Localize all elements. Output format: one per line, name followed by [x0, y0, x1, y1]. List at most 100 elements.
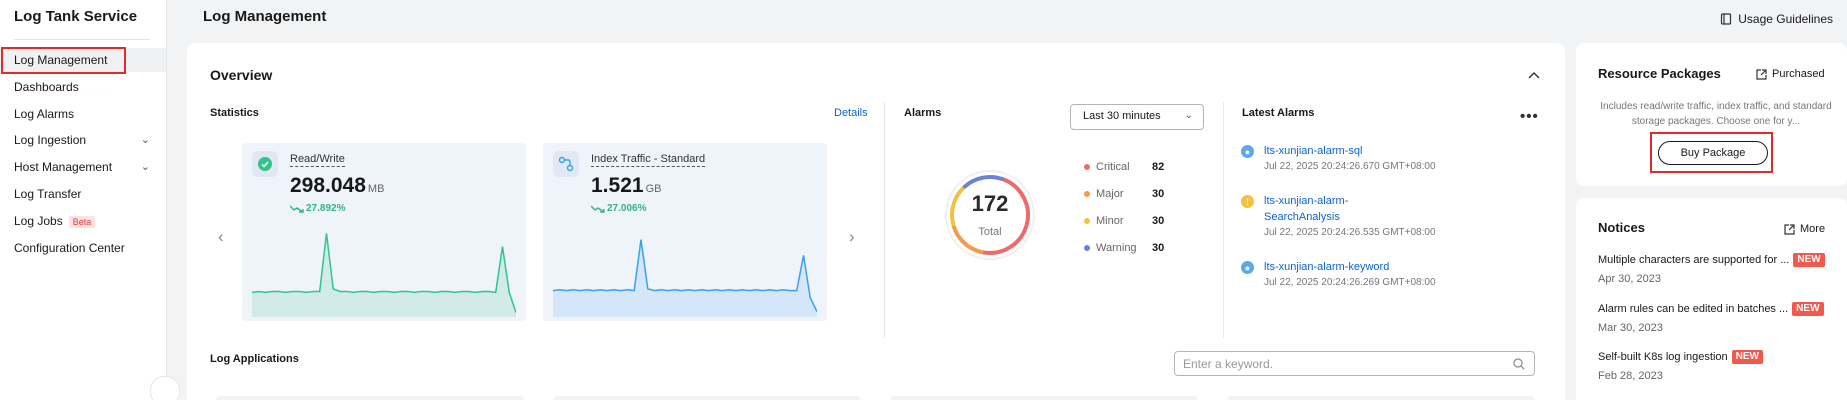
- stat-card-index-traffic[interactable]: Index Traffic - Standard 1.521 GB 27.006%: [543, 143, 827, 321]
- beta-badge: Beta: [68, 215, 96, 228]
- stat-unit: MB: [367, 183, 385, 195]
- sidebar-item-log-management[interactable]: Log Management: [0, 48, 166, 72]
- app-card[interactable]: [553, 396, 861, 400]
- alarm-time: Jul 22, 2025 20:24:26.535 GMT+08:00: [1264, 227, 1436, 238]
- sidebar-item-configuration-center[interactable]: Configuration Center: [0, 236, 166, 260]
- sidebar-item-label: Host Management: [14, 160, 113, 174]
- latest-alarm-item: ● lts-xunjian-alarm-keyword Jul 22, 2025…: [1241, 259, 1491, 290]
- service-title: Log Tank Service: [14, 8, 138, 25]
- notice-date: Feb 28, 2023: [1598, 370, 1663, 382]
- latest-alarm-item: ● lts-xunjian-alarm-sql Jul 22, 2025 20:…: [1241, 143, 1491, 174]
- app-card[interactable]: [1227, 396, 1535, 400]
- sparkline-area: [252, 233, 516, 317]
- stat-name: Read/Write: [290, 153, 345, 167]
- sidebar-item-log-alarms[interactable]: Log Alarms: [0, 102, 166, 126]
- carousel-next-icon[interactable]: ›: [849, 227, 855, 247]
- sidebar-item-log-transfer[interactable]: Log Transfer: [0, 182, 166, 206]
- legend-critical: Critical 82: [1084, 161, 1164, 173]
- purchased-link[interactable]: Purchased: [1756, 68, 1825, 80]
- alarm-total-label: Total: [978, 226, 1002, 238]
- usage-guidelines-label: Usage Guidelines: [1738, 12, 1833, 26]
- notice-item[interactable]: Alarm rules can be edited in batches ...…: [1598, 301, 1828, 334]
- time-range-select[interactable]: Last 30 minutes ⌄: [1070, 104, 1204, 130]
- sidebar-item-log-jobs[interactable]: Log Jobs Beta: [0, 209, 166, 233]
- chevron-down-icon: ⌄: [1184, 110, 1193, 121]
- trend-down-icon: [290, 205, 304, 213]
- stat-value: 298.048 MB: [290, 174, 385, 197]
- external-link-icon: [1756, 68, 1767, 80]
- stat-icon: [252, 151, 278, 177]
- log-applications-label: Log Applications: [210, 353, 299, 365]
- leaf-icon: [258, 157, 272, 171]
- sidebar-item-label: Configuration Center: [14, 241, 125, 255]
- app-card[interactable]: [890, 396, 1198, 400]
- sidebar-item-label: Log Management: [14, 53, 108, 67]
- time-range-value: Last 30 minutes: [1083, 110, 1161, 122]
- usage-guidelines-link[interactable]: Usage Guidelines: [1720, 12, 1833, 26]
- read-write-sparkline: [252, 233, 516, 317]
- app-card[interactable]: [216, 396, 524, 400]
- notice-title: Alarm rules can be edited in batches ...: [1598, 303, 1789, 315]
- major-count: 30: [1152, 188, 1165, 200]
- page-title: Log Management: [203, 8, 327, 25]
- more-icon[interactable]: •••: [1520, 108, 1539, 125]
- critical-count: 82: [1152, 161, 1165, 173]
- resource-packages-title: Resource Packages: [1598, 66, 1721, 81]
- minor-dot: [1084, 218, 1090, 224]
- alarm-name-link[interactable]: lts-xunjian-alarm-keyword: [1264, 259, 1491, 275]
- overview-title: Overview: [210, 67, 273, 83]
- statistics-label: Statistics: [210, 107, 259, 119]
- notice-title: Self-built K8s log ingestion: [1598, 351, 1728, 363]
- alarm-name-link[interactable]: lts-xunjian-alarm-sql: [1264, 143, 1491, 159]
- stat-name: Index Traffic - Standard: [591, 153, 706, 167]
- chevron-down-icon: ⌄: [140, 161, 150, 173]
- minor-count: 30: [1152, 215, 1165, 227]
- notice-title: Multiple characters are supported for ..…: [1598, 254, 1790, 266]
- sidebar: Log Tank Service Log Management Dashboar…: [0, 0, 167, 400]
- search-icon[interactable]: [1513, 358, 1525, 370]
- sidebar-item-host-management[interactable]: Host Management ⌄: [0, 155, 166, 179]
- search-input[interactable]: Enter a keyword.: [1174, 351, 1535, 376]
- details-link[interactable]: Details: [834, 107, 868, 119]
- stat-card-read-write[interactable]: Read/Write 298.048 MB 27.892%: [242, 143, 526, 321]
- sidebar-item-label: Log Jobs: [14, 214, 63, 228]
- notice-item[interactable]: Multiple characters are supported for ..…: [1598, 252, 1828, 285]
- external-link-icon: [1784, 223, 1795, 235]
- notice-date: Mar 30, 2023: [1598, 322, 1663, 334]
- sidebar-item-dashboards[interactable]: Dashboards: [0, 75, 166, 99]
- sidebar-item-label: Dashboards: [14, 80, 79, 94]
- sidebar-divider: [14, 39, 150, 40]
- trend-down-icon: [591, 205, 605, 213]
- flow-icon: [558, 156, 574, 172]
- donut-segment-warning: [962, 175, 1005, 189]
- sidebar-item-label: Log Ingestion: [14, 133, 87, 147]
- new-badge: NEW: [1793, 253, 1825, 267]
- stat-change: 27.006%: [591, 203, 646, 214]
- warning-dot: [1084, 245, 1090, 251]
- notice-item[interactable]: Self-built K8s log ingestion NEW Feb 28, …: [1598, 349, 1828, 382]
- book-icon: [1721, 13, 1732, 25]
- sidebar-collapse-handle[interactable]: [150, 376, 180, 400]
- bell-icon: ●: [1241, 261, 1254, 274]
- legend-major: Major 30: [1084, 188, 1164, 200]
- stat-value: 1.521 GB: [591, 174, 662, 197]
- carousel-prev-icon[interactable]: ‹: [218, 227, 224, 247]
- index-traffic-sparkline: [553, 239, 817, 317]
- collapse-icon[interactable]: [1528, 68, 1540, 82]
- resource-packages-description: Includes read/write traffic, index traff…: [1600, 101, 1832, 127]
- sidebar-item-log-ingestion[interactable]: Log Ingestion ⌄: [0, 128, 166, 152]
- alarm-total: 172: [971, 191, 1009, 216]
- sidebar-item-label: Log Alarms: [14, 107, 75, 121]
- buy-package-button[interactable]: Buy Package: [1658, 141, 1768, 165]
- alarm-time: Jul 22, 2025 20:24:26.269 GMT+08:00: [1264, 277, 1436, 288]
- latest-alarms-label: Latest Alarms: [1242, 107, 1315, 119]
- divider: [884, 102, 885, 338]
- latest-alarm-item: ! lts-xunjian-alarm- SearchAnalysis Jul 2…: [1241, 193, 1491, 240]
- more-link[interactable]: More: [1784, 223, 1825, 235]
- chevron-down-icon: ⌄: [140, 134, 150, 146]
- divider: [1223, 102, 1224, 338]
- alarm-name-link[interactable]: lts-xunjian-alarm- SearchAnalysis: [1264, 193, 1491, 225]
- stat-unit: GB: [645, 183, 662, 195]
- legend-minor: Minor 30: [1084, 215, 1164, 227]
- search-placeholder: Enter a keyword.: [1183, 357, 1274, 371]
